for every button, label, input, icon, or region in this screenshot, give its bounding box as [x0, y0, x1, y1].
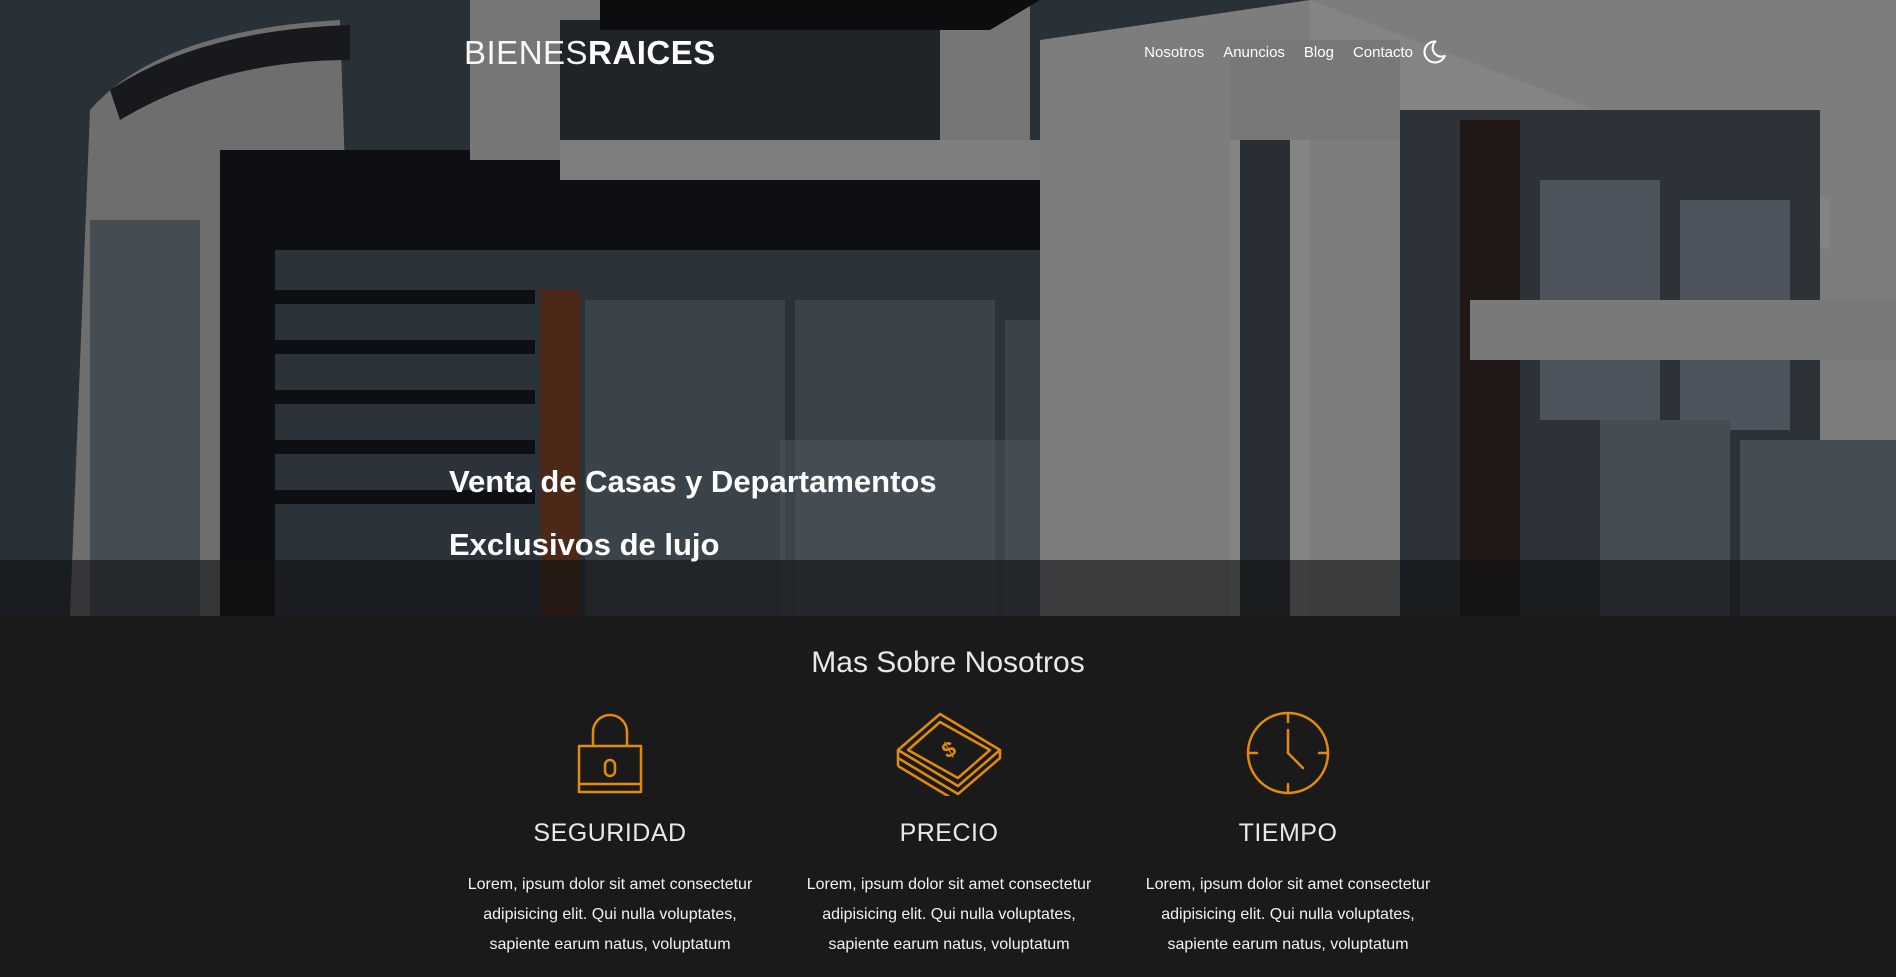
nav-link-blog[interactable]: Blog	[1304, 44, 1334, 61]
top-navbar: BIENESRAICES Nosotros Anuncios Blog Cont…	[0, 0, 1896, 110]
nav-link-contacto[interactable]: Contacto	[1353, 44, 1413, 61]
moon-icon[interactable]	[1421, 38, 1449, 66]
feature-title: PRECIO	[899, 819, 999, 847]
hero-title-line-1: Venta de Casas y Departamentos	[449, 464, 937, 499]
about-section: Mas Sobre Nosotros SEGURIDAD Lorem, ipsu…	[0, 616, 1896, 977]
hero-header: BIENESRAICES Nosotros Anuncios Blog Cont…	[0, 0, 1896, 616]
logo-text-thin: BIENES	[464, 34, 589, 71]
feature-description: Lorem, ipsum dolor sit amet consectetur …	[1145, 876, 1431, 953]
feature-card-seguridad: SEGURIDAD Lorem, ipsum dolor sit amet co…	[455, 710, 765, 960]
logo-text-bold: RAICES	[588, 34, 716, 71]
section-title: Mas Sobre Nosotros	[811, 646, 1085, 679]
hero-title-line-2: Exclusivos de lujo	[449, 527, 720, 562]
feature-title: TIEMPO	[1238, 819, 1338, 847]
money-stack-icon: $	[794, 710, 1104, 804]
feature-description: Lorem, ipsum dolor sit amet consectetur …	[806, 876, 1092, 953]
feature-title: SEGURIDAD	[533, 819, 687, 847]
nav-links: Nosotros Anuncios Blog Contacto	[1144, 38, 1449, 66]
nav-link-nosotros[interactable]: Nosotros	[1144, 44, 1204, 61]
feature-description: Lorem, ipsum dolor sit amet consectetur …	[467, 876, 753, 953]
hero-title: Venta de Casas y Departamentos Exclusivo…	[449, 450, 1149, 576]
nav-link-anuncios[interactable]: Anuncios	[1223, 44, 1285, 61]
feature-card-tiempo: TIEMPO Lorem, ipsum dolor sit amet conse…	[1133, 710, 1443, 960]
site-logo[interactable]: BIENESRAICES	[464, 34, 716, 72]
feature-card-precio: $ PRECIO Lorem, ipsum dolor sit amet con…	[794, 710, 1104, 960]
svg-text:$: $	[937, 736, 960, 764]
lock-icon	[455, 710, 765, 801]
clock-icon	[1133, 710, 1443, 801]
